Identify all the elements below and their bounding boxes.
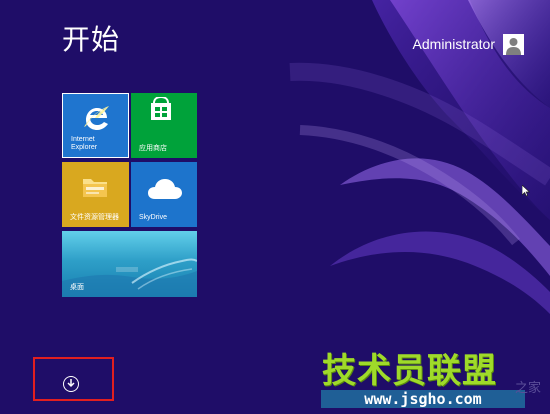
down-arrow-icon xyxy=(67,379,75,388)
cloud-icon xyxy=(148,179,182,199)
watermark-site-name: 技术员联盟 xyxy=(322,351,497,391)
tile-label-desktop: 桌面 xyxy=(70,284,84,291)
tile-file-explorer[interactable]: 文件资源管理器 xyxy=(62,162,129,227)
user-avatar-icon[interactable] xyxy=(503,33,524,55)
tile-label-ie: Internet Explorer xyxy=(71,136,98,151)
mouse-pointer-icon xyxy=(522,185,530,197)
start-screen: 开始 Administrator Internet Explorer 应用商店 xyxy=(0,0,550,414)
tile-internet-explorer[interactable]: Internet Explorer xyxy=(62,93,129,158)
watermark-url: www.jsgho.com xyxy=(321,390,525,408)
start-title: 开始 xyxy=(62,23,121,56)
tile-skydrive[interactable]: SkyDrive xyxy=(131,162,197,227)
tile-label-file-explorer: 文件资源管理器 xyxy=(70,214,119,221)
watermark-extra: 之家 xyxy=(515,381,542,396)
tile-store[interactable]: 应用商店 xyxy=(131,93,197,158)
store-icon xyxy=(151,97,171,120)
folder-icon xyxy=(83,179,107,197)
tile-label-store: 应用商店 xyxy=(139,145,167,152)
tile-desktop[interactable]: 桌面 xyxy=(62,231,197,297)
user-account[interactable]: Administrator xyxy=(413,32,524,56)
apps-view-button[interactable] xyxy=(63,376,79,392)
user-name[interactable]: Administrator xyxy=(413,32,495,56)
ie-icon xyxy=(84,106,109,130)
tile-label-skydrive: SkyDrive xyxy=(139,214,168,221)
